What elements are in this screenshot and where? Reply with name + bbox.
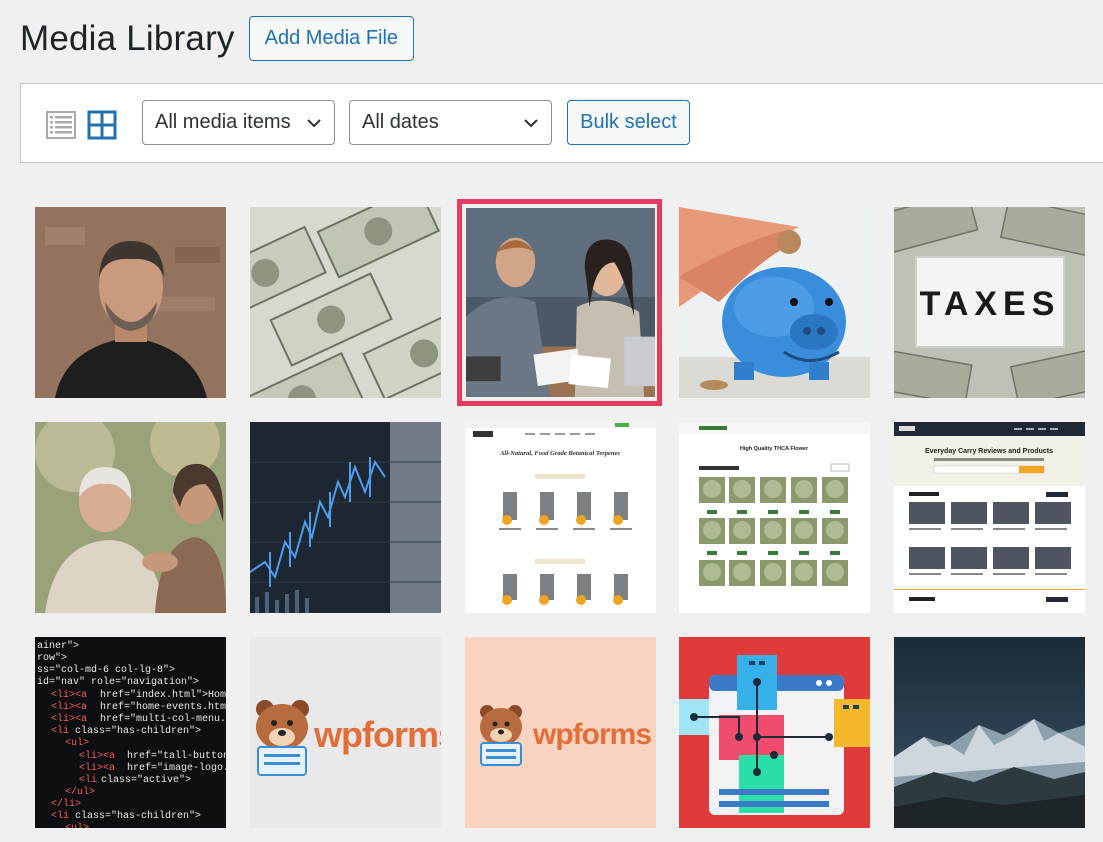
media-item-couple-reviewing-bills[interactable] xyxy=(466,208,655,397)
terpenes-headline: All-Natural, Food Grade Botanical Terpen… xyxy=(499,450,620,457)
svg-text:row">: row"> xyxy=(37,652,67,664)
media-item-reviews-website-screenshot[interactable]: Everyday Carry Reviews and Products xyxy=(894,422,1085,613)
taxes-sign-text: TAXES xyxy=(920,285,1061,323)
svg-text:id="nav" role="navigation">: id="nav" role="navigation"> xyxy=(37,676,199,688)
svg-text:</li>: </li> xyxy=(51,798,81,810)
date-filter[interactable]: All dates xyxy=(349,100,552,145)
chevron-down-icon xyxy=(307,119,321,128)
media-toolbar: All media items All dates Bulk select xyxy=(20,83,1103,163)
media-item-mountain-landscape[interactable] xyxy=(894,637,1085,828)
svg-text:<li><a: <li><a xyxy=(51,689,87,701)
chevron-down-icon xyxy=(524,119,538,128)
svg-text:ainer">: ainer"> xyxy=(37,640,79,652)
svg-text:<ul>: <ul> xyxy=(65,822,89,828)
svg-text:<li><a: <li><a xyxy=(79,762,115,774)
media-item-sitemap-illustration[interactable] xyxy=(679,637,870,828)
list-view-icon[interactable] xyxy=(46,110,76,140)
svg-text:ss="col-md-6 col-lg-8">: ss="col-md-6 col-lg-8"> xyxy=(37,664,175,676)
add-media-file-button[interactable]: Add Media File xyxy=(248,16,415,61)
svg-text:class="active">: class="active"> xyxy=(101,774,191,786)
media-item-stock-chart[interactable] xyxy=(250,422,441,613)
media-type-filter-value: All media items xyxy=(155,111,291,133)
media-item-elderly-woman-and-caregiver[interactable] xyxy=(35,422,226,613)
svg-text:<li: <li xyxy=(79,774,97,786)
bulk-select-button[interactable]: Bulk select xyxy=(567,100,690,145)
svg-text:href="image-logo.html: href="image-logo.html xyxy=(127,762,226,774)
svg-text:href="multi-col-menu.html": href="multi-col-menu.html" xyxy=(100,713,226,725)
grid-view-icon[interactable] xyxy=(87,110,117,140)
date-filter-value: All dates xyxy=(362,111,439,133)
wpforms-bear-icon xyxy=(256,700,309,776)
svg-text:<li><a: <li><a xyxy=(79,750,115,762)
svg-text:href="home-events.html": href="home-events.html" xyxy=(100,701,226,713)
svg-text:<li: <li xyxy=(51,810,69,822)
wpforms-wordmark: wpforms xyxy=(313,714,441,755)
svg-text:</ul>: </ul> xyxy=(65,786,95,798)
svg-text:<li><a: <li><a xyxy=(51,713,87,725)
media-item-wpforms-logo-peach[interactable]: wpforms xyxy=(465,637,656,828)
svg-text:href="tall-button-he: href="tall-button-he xyxy=(127,750,226,762)
svg-text:class="has-children">: class="has-children"> xyxy=(75,810,201,822)
svg-text:<ul>: <ul> xyxy=(65,737,89,749)
media-item-terpenes-website-screenshot[interactable]: All-Natural, Food Grade Botanical Terpen… xyxy=(465,422,656,613)
media-item-piggy-bank-coin[interactable] xyxy=(679,207,870,398)
page-title: Media Library xyxy=(20,18,235,58)
media-library-page: Media Library Add Media File All media i… xyxy=(0,0,1103,842)
svg-text:href="index.html">Home: href="index.html">Home xyxy=(100,689,226,701)
media-item-thca-flower-website-screenshot[interactable]: High Quality THCA Flower xyxy=(679,422,870,613)
wpforms-wordmark: wpforms xyxy=(532,718,651,751)
media-item-html-code[interactable]: ainer"> row"> ss="col-md-6 col-lg-8"> id… xyxy=(35,637,226,828)
thca-headline: High Quality THCA Flower xyxy=(740,446,809,452)
svg-text:<li><a: <li><a xyxy=(51,701,87,713)
media-item-taxes-lightbox[interactable]: TAXES xyxy=(894,207,1085,398)
page-header: Media Library Add Media File xyxy=(20,16,415,61)
wpforms-bear-icon xyxy=(480,705,522,766)
reviews-headline: Everyday Carry Reviews and Products xyxy=(925,448,1053,455)
svg-text:class="has-children">: class="has-children"> xyxy=(75,725,201,737)
svg-text:<li: <li xyxy=(51,725,69,737)
media-item-wpforms-logo-gray[interactable]: wpforms xyxy=(250,637,441,828)
media-item-man-portrait[interactable] xyxy=(35,207,226,398)
media-type-filter[interactable]: All media items xyxy=(142,100,335,145)
media-item-dollar-bills[interactable] xyxy=(250,207,441,398)
